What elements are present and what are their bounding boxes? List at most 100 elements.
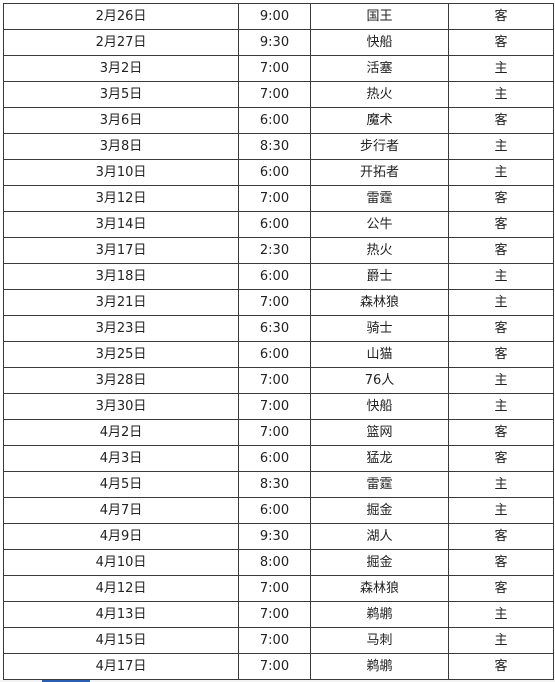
opponent-cell: 鹈鹕 (310, 653, 449, 680)
table-row: 2月26日 9:00 国王 客 (3, 3, 554, 30)
opponent-cell: 鹈鹕 (310, 601, 449, 628)
opponent-cell: 快船 (310, 393, 449, 420)
venue-cell: 客 (448, 549, 554, 576)
date-cell: 4月7日 (3, 497, 239, 524)
venue-cell: 客 (448, 211, 554, 238)
time-cell: 7:00 (238, 627, 311, 654)
table-row: 4月10日 8:00 掘金 客 (3, 549, 554, 576)
venue-cell: 主 (448, 627, 554, 654)
time-cell: 7:00 (238, 419, 311, 446)
time-cell: 8:30 (238, 471, 311, 498)
date-cell: 4月5日 (3, 471, 239, 498)
time-cell: 6:00 (238, 497, 311, 524)
opponent-cell: 篮网 (310, 419, 449, 446)
opponent-cell: 国王 (310, 3, 449, 30)
venue-cell: 主 (448, 367, 554, 394)
venue-cell: 客 (448, 575, 554, 602)
venue-cell: 客 (448, 3, 554, 30)
opponent-cell: 山猫 (310, 341, 449, 368)
venue-cell: 客 (448, 237, 554, 264)
table-row: 4月7日 6:00 掘金 主 (3, 497, 554, 524)
time-cell: 7:00 (238, 289, 311, 316)
schedule-table-body: 2月26日 9:00 国王 客 2月27日 9:30 快船 客 3月2日 7:0… (3, 3, 554, 680)
table-row: 3月6日 6:00 魔术 客 (3, 107, 554, 134)
date-cell: 3月25日 (3, 341, 239, 368)
time-cell: 7:00 (238, 55, 311, 82)
opponent-cell: 骑士 (310, 315, 449, 342)
table-row: 3月10日 6:00 开拓者 主 (3, 159, 554, 186)
time-cell: 2:30 (238, 237, 311, 264)
venue-cell: 主 (448, 289, 554, 316)
venue-cell: 客 (448, 315, 554, 342)
date-cell: 4月10日 (3, 549, 239, 576)
table-row: 3月14日 6:00 公牛 客 (3, 211, 554, 238)
date-cell: 2月27日 (3, 29, 239, 56)
table-row: 4月5日 8:30 雷霆 主 (3, 471, 554, 498)
venue-cell: 客 (448, 523, 554, 550)
table-row: 3月25日 6:00 山猫 客 (3, 341, 554, 368)
venue-cell: 主 (448, 393, 554, 420)
time-cell: 6:00 (238, 107, 311, 134)
venue-cell: 客 (448, 107, 554, 134)
venue-cell: 主 (448, 133, 554, 160)
venue-cell: 主 (448, 81, 554, 108)
date-cell: 3月6日 (3, 107, 239, 134)
date-cell: 4月12日 (3, 575, 239, 602)
table-row: 4月17日 7:00 鹈鹕 客 (3, 653, 554, 680)
time-cell: 6:00 (238, 445, 311, 472)
date-cell: 3月21日 (3, 289, 239, 316)
date-cell: 3月17日 (3, 237, 239, 264)
venue-cell: 主 (448, 471, 554, 498)
time-cell: 6:30 (238, 315, 311, 342)
opponent-cell: 76人 (310, 367, 449, 394)
document-page: 2月26日 9:00 国王 客 2月27日 9:30 快船 客 3月2日 7:0… (0, 0, 555, 682)
time-cell: 6:00 (238, 159, 311, 186)
table-row: 3月5日 7:00 热火 主 (3, 81, 554, 108)
opponent-cell: 开拓者 (310, 159, 449, 186)
time-cell: 6:00 (238, 341, 311, 368)
table-row: 3月17日 2:30 热火 客 (3, 237, 554, 264)
table-row: 3月2日 7:00 活塞 主 (3, 55, 554, 82)
opponent-cell: 公牛 (310, 211, 449, 238)
time-cell: 9:30 (238, 29, 311, 56)
time-cell: 9:00 (238, 3, 311, 30)
date-cell: 4月9日 (3, 523, 239, 550)
opponent-cell: 掘金 (310, 549, 449, 576)
time-cell: 8:00 (238, 549, 311, 576)
time-cell: 7:00 (238, 367, 311, 394)
date-cell: 3月10日 (3, 159, 239, 186)
opponent-cell: 步行者 (310, 133, 449, 160)
table-row: 4月15日 7:00 马刺 主 (3, 627, 554, 654)
opponent-cell: 热火 (310, 237, 449, 264)
date-cell: 2月26日 (3, 3, 239, 30)
table-row: 2月27日 9:30 快船 客 (3, 29, 554, 56)
table-row: 4月3日 6:00 猛龙 客 (3, 445, 554, 472)
date-cell: 3月5日 (3, 81, 239, 108)
opponent-cell: 活塞 (310, 55, 449, 82)
time-cell: 6:00 (238, 211, 311, 238)
date-cell: 3月14日 (3, 211, 239, 238)
date-cell: 4月2日 (3, 419, 239, 446)
schedule-table: 2月26日 9:00 国王 客 2月27日 9:30 快船 客 3月2日 7:0… (3, 3, 554, 680)
opponent-cell: 快船 (310, 29, 449, 56)
date-cell: 3月23日 (3, 315, 239, 342)
venue-cell: 客 (448, 341, 554, 368)
table-row: 3月12日 7:00 雷霆 客 (3, 185, 554, 212)
date-cell: 3月18日 (3, 263, 239, 290)
date-cell: 4月13日 (3, 601, 239, 628)
time-cell: 7:00 (238, 653, 311, 680)
time-cell: 7:00 (238, 185, 311, 212)
opponent-cell: 魔术 (310, 107, 449, 134)
table-row: 3月18日 6:00 爵士 主 (3, 263, 554, 290)
table-row: 4月2日 7:00 篮网 客 (3, 419, 554, 446)
venue-cell: 主 (448, 601, 554, 628)
opponent-cell: 马刺 (310, 627, 449, 654)
time-cell: 7:00 (238, 81, 311, 108)
opponent-cell: 爵士 (310, 263, 449, 290)
venue-cell: 主 (448, 263, 554, 290)
table-row: 4月12日 7:00 森林狼 客 (3, 575, 554, 602)
table-row: 3月23日 6:30 骑士 客 (3, 315, 554, 342)
venue-cell: 主 (448, 159, 554, 186)
venue-cell: 客 (448, 445, 554, 472)
time-cell: 9:30 (238, 523, 311, 550)
